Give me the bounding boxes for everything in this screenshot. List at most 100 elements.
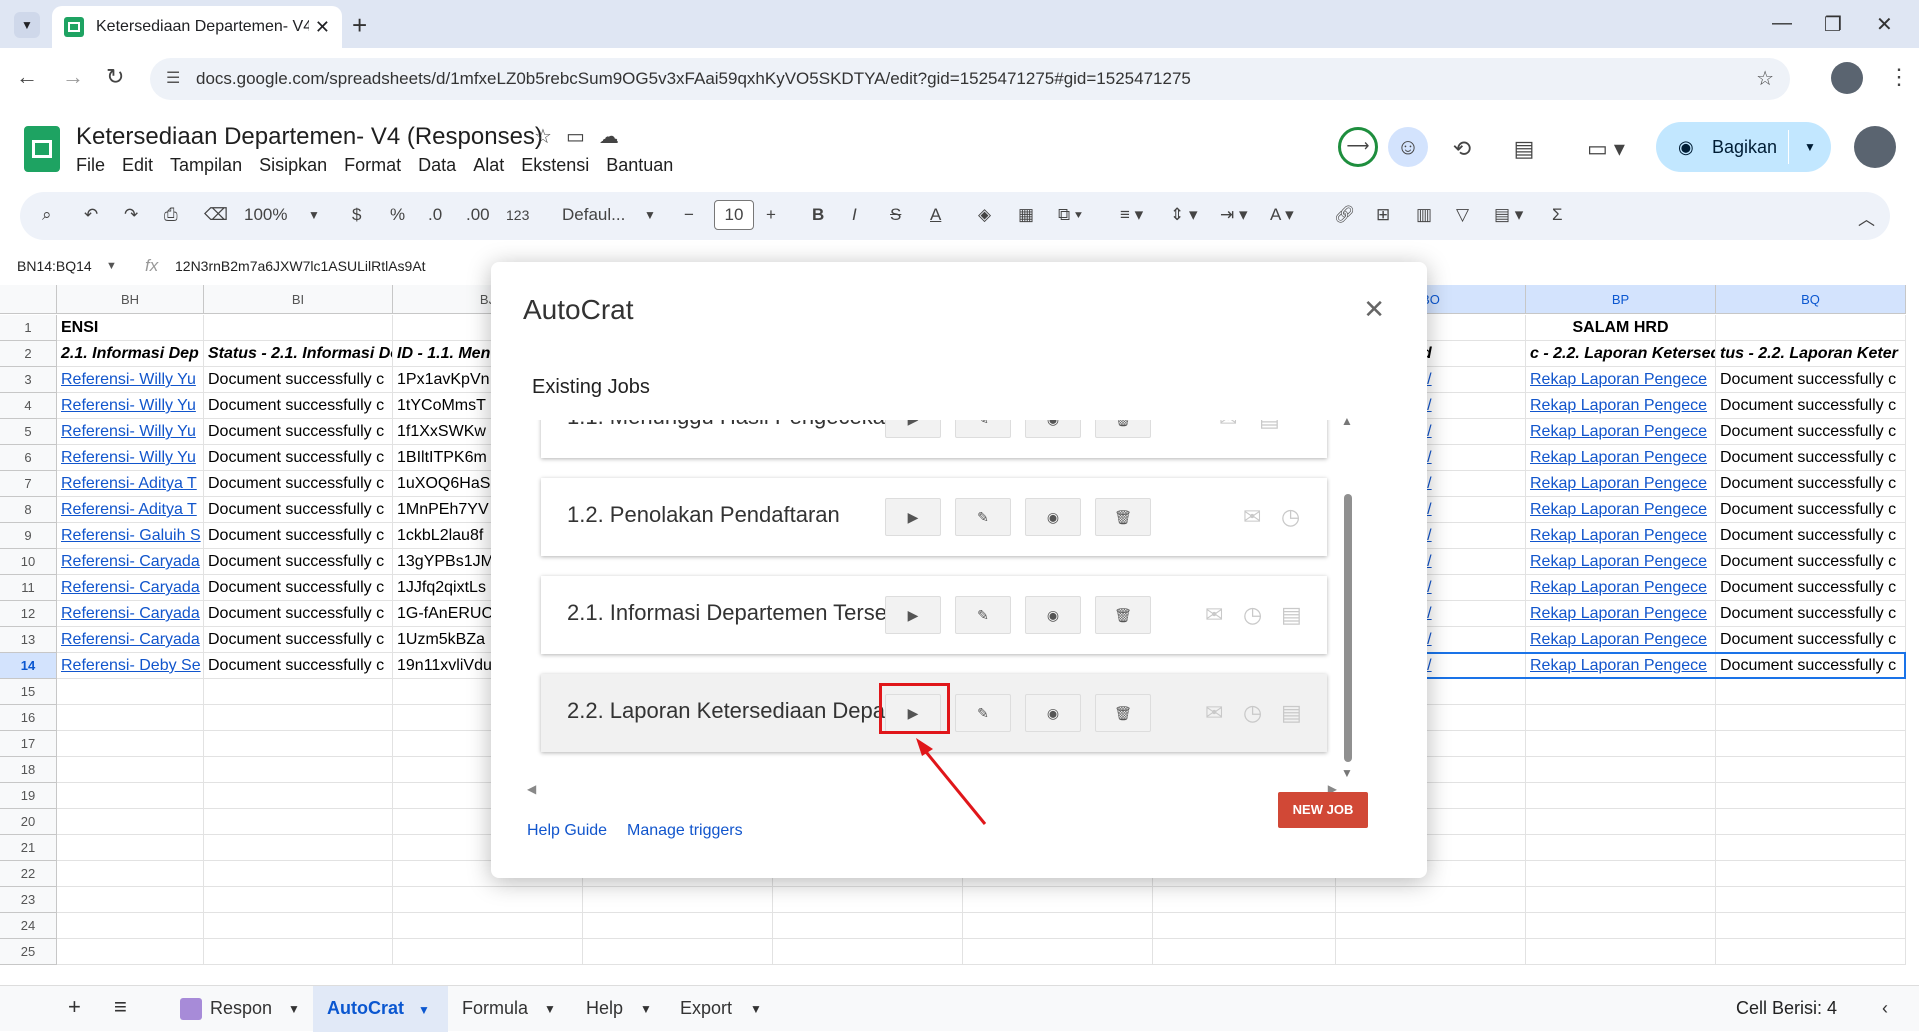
row-header[interactable]: 13	[0, 627, 57, 653]
cell[interactable]: Referensi- Deby Se	[57, 653, 204, 679]
cell[interactable]	[57, 887, 204, 913]
preview-job-button[interactable]: ◉	[1025, 498, 1081, 536]
cell[interactable]	[1336, 887, 1526, 913]
row-header[interactable]: 16	[0, 705, 57, 731]
cell[interactable]: 2.1. Informasi Dep	[57, 341, 204, 367]
cell[interactable]	[773, 939, 963, 965]
cell[interactable]: Document successfully c	[204, 549, 393, 575]
cell[interactable]: Document successfully c	[1716, 575, 1906, 601]
cell[interactable]: Rekap Laporan Pengece	[1526, 601, 1716, 627]
cell[interactable]: Rekap Laporan Pengece	[1526, 367, 1716, 393]
cell[interactable]	[1153, 887, 1336, 913]
comments-icon[interactable]: ▤	[1506, 131, 1542, 167]
cell[interactable]	[1526, 809, 1716, 835]
cell[interactable]	[204, 731, 393, 757]
new-job-button[interactable]: NEW JOB	[1278, 792, 1368, 828]
cell[interactable]	[57, 835, 204, 861]
menu-edit[interactable]: Edit	[122, 155, 153, 176]
paint-format-icon[interactable]: ⌫	[204, 205, 228, 225]
undo-icon[interactable]: ↶	[84, 205, 98, 225]
insert-comment-icon[interactable]: ⊞	[1376, 205, 1390, 225]
column-header[interactable]: BP	[1526, 285, 1716, 314]
gemini-status-icon[interactable]: ⟶	[1338, 127, 1378, 167]
site-info-icon[interactable]: ☰	[166, 58, 180, 100]
cell[interactable]	[57, 809, 204, 835]
scroll-down-icon[interactable]: ▼	[1341, 766, 1353, 780]
all-sheets-icon[interactable]: ≡	[114, 994, 127, 1020]
delete-job-button[interactable]: 🗑︎	[1095, 694, 1151, 732]
browser-menu-icon[interactable]: ⋮	[1888, 64, 1910, 90]
name-box[interactable]: BN14:BQ14	[17, 258, 92, 274]
cell[interactable]	[1526, 913, 1716, 939]
close-tab-icon[interactable]: ✕	[315, 17, 330, 38]
cell[interactable]: c - 2.2. Laporan Ketersed	[1526, 341, 1716, 367]
cell[interactable]	[1716, 705, 1906, 731]
cell[interactable]: Referensi- Caryada	[57, 549, 204, 575]
cell[interactable]: Document successfully c	[204, 471, 393, 497]
more-formats-button[interactable]: 123	[506, 207, 529, 223]
cell[interactable]	[57, 861, 204, 887]
cell[interactable]	[963, 913, 1153, 939]
cell[interactable]: Document successfully c	[204, 653, 393, 679]
row-header[interactable]: 21	[0, 835, 57, 861]
row-header[interactable]: 10	[0, 549, 57, 575]
cell[interactable]	[1526, 757, 1716, 783]
job-list-scrollbar[interactable]: ▲ ▼	[1341, 414, 1355, 780]
row-header[interactable]: 11	[0, 575, 57, 601]
cell[interactable]: Document successfully c	[204, 575, 393, 601]
cell[interactable]: Referensi- Aditya T	[57, 471, 204, 497]
cell[interactable]	[57, 939, 204, 965]
preview-job-button[interactable]: ◉	[1025, 596, 1081, 634]
row-header[interactable]: 1	[0, 315, 57, 341]
row-header[interactable]: 9	[0, 523, 57, 549]
row-header[interactable]: 18	[0, 757, 57, 783]
cell[interactable]	[583, 887, 773, 913]
run-job-button[interactable]: ▶	[885, 596, 941, 634]
row-header[interactable]: 2	[0, 341, 57, 367]
cell[interactable]	[204, 887, 393, 913]
cell[interactable]	[1716, 913, 1906, 939]
increase-decimal-button[interactable]: .00	[466, 205, 490, 225]
sheet-tab-help[interactable]: Help	[586, 998, 623, 1019]
status-summary[interactable]: Cell Berisi: 4	[1736, 998, 1837, 1019]
menu-tools[interactable]: Alat	[473, 155, 504, 176]
cell[interactable]	[204, 757, 393, 783]
delete-job-button[interactable]: 🗑︎	[1095, 420, 1151, 438]
cell[interactable]: Referensi- Galuih S	[57, 523, 204, 549]
cell[interactable]: Rekap Laporan Pengece	[1526, 419, 1716, 445]
cell[interactable]: Referensi- Caryada	[57, 575, 204, 601]
close-icon[interactable]: ✕	[1363, 294, 1385, 325]
column-header[interactable]: BI	[204, 285, 393, 314]
cell[interactable]: Rekap Laporan Pengece	[1526, 627, 1716, 653]
cell[interactable]: Document successfully c	[204, 523, 393, 549]
select-all-corner[interactable]	[0, 285, 57, 314]
cell[interactable]: Rekap Laporan Pengece	[1526, 445, 1716, 471]
cell[interactable]	[57, 731, 204, 757]
cell[interactable]: Document successfully c	[1716, 419, 1906, 445]
row-header[interactable]: 23	[0, 887, 57, 913]
cell[interactable]: Referensi- Aditya T	[57, 497, 204, 523]
cell[interactable]: Document successfully c	[204, 497, 393, 523]
star-icon[interactable]: ☆	[534, 126, 566, 148]
document-title[interactable]: Ketersediaan Departemen- V4 (Responses)	[76, 123, 543, 151]
cell[interactable]	[773, 913, 963, 939]
row-header[interactable]: 19	[0, 783, 57, 809]
cell[interactable]: Rekap Laporan Pengece	[1526, 575, 1716, 601]
cell[interactable]	[1716, 887, 1906, 913]
row-header[interactable]: 8	[0, 497, 57, 523]
menu-data[interactable]: Data	[418, 155, 456, 176]
cell[interactable]	[1153, 939, 1336, 965]
row-header[interactable]: 25	[0, 939, 57, 965]
tab-dropdown-icon[interactable]: ▼	[418, 1003, 430, 1017]
collapse-toolbar-icon[interactable]: ︿	[1858, 205, 1875, 230]
cell[interactable]	[57, 783, 204, 809]
cell[interactable]: Document successfully c	[1716, 393, 1906, 419]
tab-search-button[interactable]: ▼	[14, 12, 40, 38]
italic-icon[interactable]: I	[852, 205, 857, 225]
zoom-dropdown-icon[interactable]: ▼	[308, 208, 320, 222]
cloud-status-icon[interactable]: ☁	[599, 126, 633, 148]
row-header[interactable]: 5	[0, 419, 57, 445]
collapse-sidebar-icon[interactable]: ‹	[1882, 998, 1888, 1019]
back-arrow-icon[interactable]: ←	[16, 64, 38, 90]
insert-link-icon[interactable]: 🔗︎	[1334, 205, 1356, 225]
